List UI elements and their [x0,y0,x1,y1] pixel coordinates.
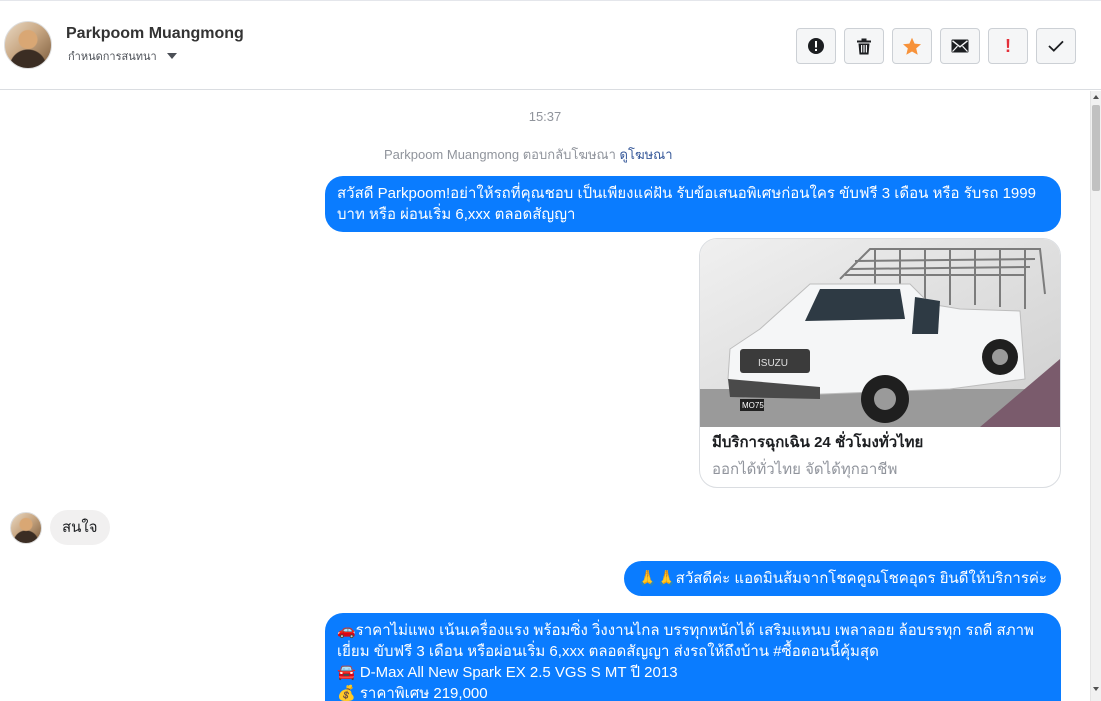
outgoing-message[interactable]: 🚗ราคาไม่แพง เน้นเครื่องแรง พร้อมซิ่ง วิ่… [325,613,1061,701]
message-line: 🚘 D-Max All New Spark EX 2.5 VGS S MT ปี… [337,664,678,681]
conversation-menu-label: กำหนดการสนทนา [68,51,157,63]
scroll-thumb[interactable] [1092,105,1100,191]
caret-down-icon [166,53,177,59]
mail-icon [951,39,969,53]
ad-card-subtitle: ออกได้ทั่วไทย จัดได้ทุกอาชีพ [712,461,898,478]
report-button[interactable] [796,28,836,64]
star-button[interactable] [892,28,932,64]
message-thread[interactable]: 15:37 Parkpoom Muangmong ตอบกลับโฆษณา ดู… [0,91,1090,701]
outgoing-message[interactable]: 🙏🙏สวัสดีค่ะ แอดมินส้มจากโชคคูณโชคอุดร ยิ… [624,561,1061,596]
scroll-up-arrow-icon[interactable] [1093,95,1099,99]
car-brand-text: ISUZU [758,358,788,369]
check-icon [1048,40,1064,52]
ad-reply-text: Parkpoom Muangmong ตอบกลับโฆษณา [384,147,616,162]
ad-reply-notice: Parkpoom Muangmong ตอบกลับโฆษณา ดูโฆษณา [384,144,673,165]
timestamp: 15:37 [528,109,562,124]
done-button[interactable] [1036,28,1076,64]
sender-avatar[interactable] [10,511,42,544]
action-toolbar: ! [796,28,1076,64]
thread-scrollbar[interactable] [1090,91,1101,701]
scroll-down-arrow-icon[interactable] [1093,687,1099,691]
ad-card-image: ISUZU MO75 [700,239,1060,427]
view-ad-link[interactable]: ดูโฆษณา [620,147,673,162]
incoming-message-group: สนใจ [10,510,110,545]
license-plate: MO75 [742,401,764,410]
important-button[interactable]: ! [988,28,1028,64]
contact-avatar[interactable] [4,21,52,69]
trash-icon [857,38,871,54]
incoming-message[interactable]: สนใจ [50,510,110,545]
report-icon [808,38,824,54]
star-icon [903,37,921,55]
delete-button[interactable] [844,28,884,64]
contact-name[interactable]: Parkpoom Muangmong [66,25,244,43]
ad-card-title: มีบริการฉุกเฉิน 24 ชั่วโมงทั่วไทย [712,434,924,451]
outgoing-message[interactable]: สวัสดี Parkpoom!อย่าให้รถที่คุณชอบ เป็นเ… [325,176,1061,232]
important-icon: ! [1005,36,1011,56]
ad-card[interactable]: ISUZU MO75 มีบริการฉุกเฉิน 24 ชั่วโมงทั่… [699,238,1061,488]
mark-unread-button[interactable] [940,28,980,64]
conversation-header: Parkpoom Muangmong กำหนดการสนทนา ! [0,0,1101,90]
message-line: 🚗ราคาไม่แพง เน้นเครื่องแรง พร้อมซิ่ง วิ่… [337,622,1034,660]
conversation-menu[interactable]: กำหนดการสนทนา [68,47,177,65]
message-line: 💰 ราคาพิเศษ 219,000 [337,685,488,701]
